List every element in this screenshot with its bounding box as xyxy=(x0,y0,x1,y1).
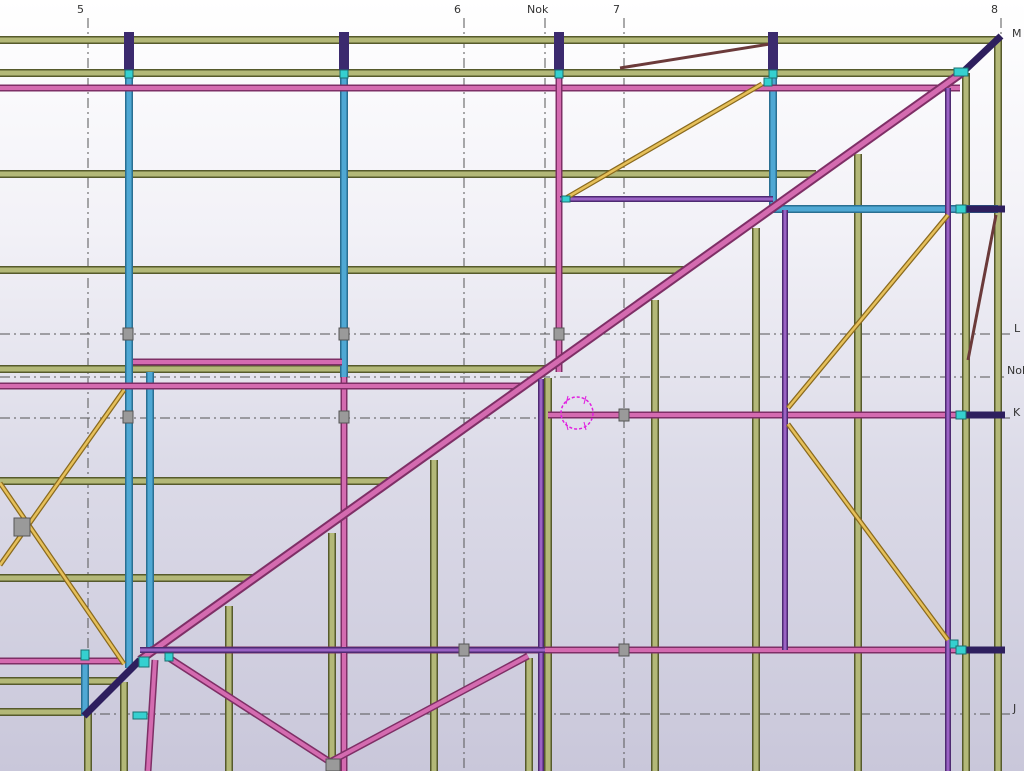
grid-label-7: 7 xyxy=(613,3,620,16)
grid-label-l: L xyxy=(1014,322,1021,335)
grey-nodes xyxy=(13,327,630,771)
grid-label-6: 6 xyxy=(454,3,461,16)
grid-label-m: M xyxy=(1012,27,1022,40)
grid-label-8: 8 xyxy=(991,3,998,16)
model-viewport[interactable]: .g { stroke:#565a2c; stroke-width:8; str… xyxy=(0,0,1024,771)
grid-label-j: J xyxy=(1012,702,1016,715)
grid-label-nok-horizontal: Nok xyxy=(1007,364,1024,377)
grid-label-5: 5 xyxy=(77,3,84,16)
structural-model-canvas[interactable]: .g { stroke:#565a2c; stroke-width:8; str… xyxy=(0,0,1024,771)
grid-label-k: K xyxy=(1013,406,1021,419)
grid-label-nok-vertical: Nok xyxy=(527,3,549,16)
